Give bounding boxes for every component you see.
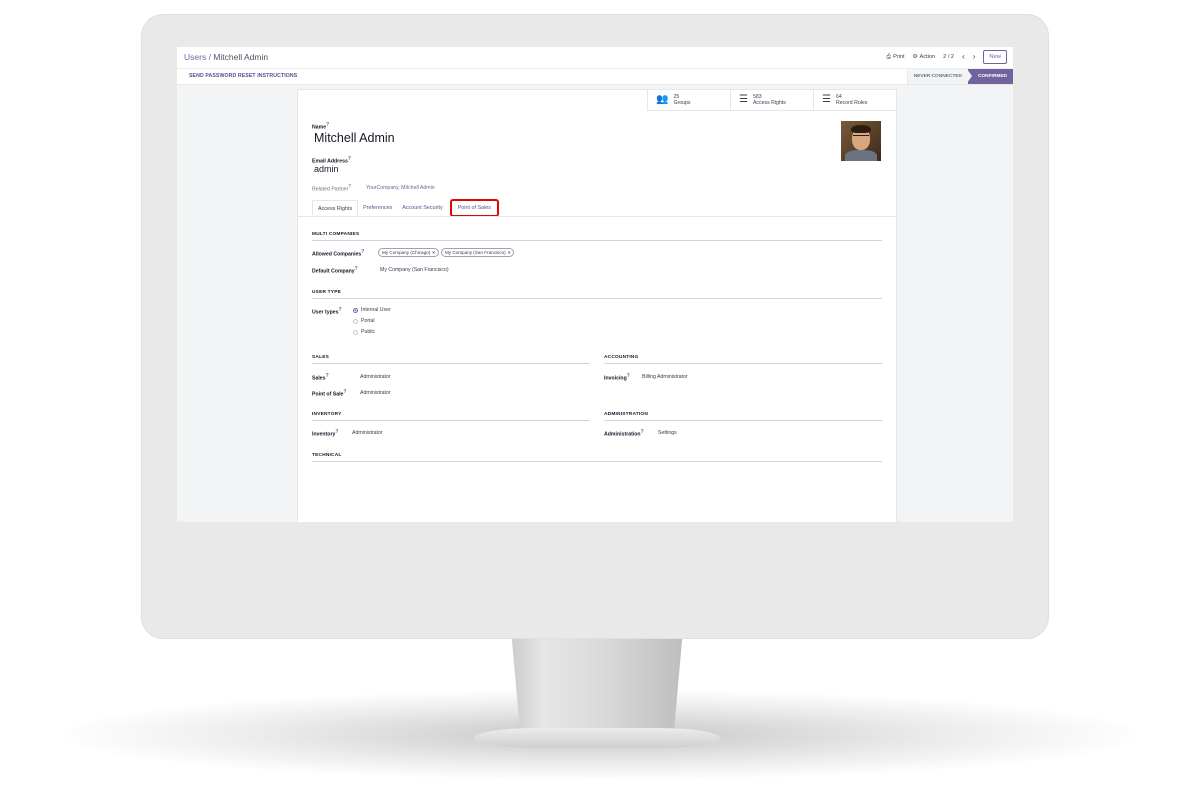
section-divider — [604, 363, 882, 364]
list-icon: ☰ — [739, 94, 748, 105]
list-icon: ☰ — [822, 94, 831, 105]
pager-value[interactable]: 2 / 2 — [943, 54, 954, 60]
related-partner-link[interactable]: YourCompany, Mitchell Admin — [366, 185, 435, 191]
action-label: Action — [919, 54, 936, 60]
tab-account-security[interactable]: Account Security — [397, 200, 447, 216]
section-divider — [312, 298, 882, 299]
breadcrumb: Users / Mitchell Admin — [184, 52, 268, 62]
user-types-label: User types? — [312, 307, 342, 316]
record-rules-smart-button[interactable]: ☰ 64 Record Rules — [813, 90, 896, 110]
print-icon: ⎙ — [886, 53, 892, 60]
section-technical: TECHNICAL — [312, 453, 342, 458]
point-of-sale-select[interactable]: Administrator — [360, 390, 391, 396]
section-user-type: USER TYPE — [312, 290, 341, 295]
company-tag[interactable]: My Company (San Francisco) × — [440, 248, 515, 257]
gear-icon: ⚙ — [912, 54, 918, 60]
access-rights-label: Access Rights — [752, 100, 786, 106]
new-button[interactable]: New — [983, 50, 1007, 64]
stage-never-connected[interactable]: NEVER CONNECTED — [906, 69, 968, 84]
section-sales: SALES — [312, 355, 329, 360]
name-label: Name? — [312, 122, 330, 131]
default-company-label: Default Company? — [312, 266, 358, 275]
record-rules-label: Record Rules — [835, 100, 868, 106]
monitor-stand-base — [474, 728, 720, 748]
inventory-label: Inventory? — [312, 429, 339, 438]
remove-tag-icon[interactable]: × — [432, 250, 435, 255]
section-accounting: ACCOUNTING — [604, 355, 639, 360]
tab-preferences[interactable]: Preferences — [358, 200, 397, 216]
administration-select[interactable]: Settings — [658, 430, 677, 436]
tab-access-rights[interactable]: Access Rights — [312, 200, 359, 216]
invoicing-label: Invoicing? — [604, 373, 630, 382]
email-input[interactable]: admin — [314, 164, 339, 174]
inventory-select[interactable]: Administrator — [352, 430, 383, 436]
radio-public[interactable]: Public — [353, 329, 375, 335]
print-label: Print — [893, 54, 905, 60]
allowed-companies-field[interactable]: My Company (Chicago) × My Company (San Fra… — [378, 248, 516, 257]
monitor-stand-neck — [511, 636, 683, 736]
radio-portal[interactable]: Portal — [353, 318, 375, 324]
default-company-field[interactable]: My Company (San Francisco) — [380, 267, 449, 273]
section-divider — [312, 461, 882, 462]
administration-label: Administration? — [604, 429, 644, 438]
status-bar-row: SEND PASSWORD RESET INSTRUCTIONS NEVER C… — [177, 69, 1013, 85]
action-button[interactable]: ⚙ Action — [913, 54, 936, 60]
section-multi-companies: MULTI COMPANIES — [312, 232, 360, 237]
related-partner-label: Related Partner? — [312, 184, 352, 193]
breadcrumb-users-link[interactable]: Users — [184, 52, 206, 62]
notebook-tabs: Access Rights Preferences Account Securi… — [312, 199, 499, 217]
tabs-divider — [298, 216, 896, 217]
breadcrumb-current: Mitchell Admin — [213, 52, 269, 62]
chevron-left-icon[interactable]: ‹ — [962, 53, 965, 61]
section-divider — [604, 420, 882, 421]
section-divider — [312, 420, 590, 421]
top-actions: ⎙ Print ⚙ Action 2 / 2 ‹ › New — [887, 50, 1007, 64]
sales-label: Sales? — [312, 373, 329, 382]
invoicing-select[interactable]: Billing Administrator — [642, 374, 688, 380]
sales-select[interactable]: Administrator — [360, 374, 391, 380]
section-inventory: INVENTORY — [312, 412, 342, 417]
control-panel: Users / Mitchell Admin ⎙ Print ⚙ Action … — [177, 47, 1013, 69]
company-tag[interactable]: My Company (Chicago) × — [378, 248, 439, 257]
access-rights-smart-button[interactable]: ☰ 583 Access Rights — [730, 90, 813, 110]
section-administration: ADMINISTRATION — [604, 412, 649, 417]
users-icon: 👥 — [656, 94, 669, 105]
stage-confirmed[interactable]: CONFIRMED — [966, 69, 1013, 84]
app-screen: Users / Mitchell Admin ⎙ Print ⚙ Action … — [177, 47, 1013, 522]
allowed-companies-label: Allowed Companies? — [312, 249, 365, 258]
point-of-sale-label: Point of Sale? — [312, 389, 347, 398]
avatar[interactable] — [841, 121, 881, 161]
send-reset-instructions-button[interactable]: SEND PASSWORD RESET INSTRUCTIONS — [189, 73, 297, 79]
groups-label: Groups — [673, 100, 691, 106]
remove-tag-icon[interactable]: × — [508, 250, 511, 255]
form-sheet: 👥 25 Groups ☰ 583 Access Rights ☰ 64 Record… — [297, 89, 897, 522]
smart-buttons: 👥 25 Groups ☰ 583 Access Rights ☰ 64 Record… — [647, 90, 896, 111]
radio-internal-user[interactable]: Internal User — [353, 307, 391, 313]
section-divider — [312, 363, 590, 364]
statusbar: NEVER CONNECTED CONFIRMED — [906, 69, 1013, 84]
section-divider — [312, 240, 882, 241]
name-input[interactable]: Mitchell Admin — [314, 131, 395, 145]
tab-point-of-sales[interactable]: Point of Sales — [449, 199, 499, 217]
chevron-right-icon[interactable]: › — [973, 53, 976, 61]
groups-smart-button[interactable]: 👥 25 Groups — [647, 90, 730, 110]
print-button[interactable]: ⎙ Print — [887, 54, 905, 61]
